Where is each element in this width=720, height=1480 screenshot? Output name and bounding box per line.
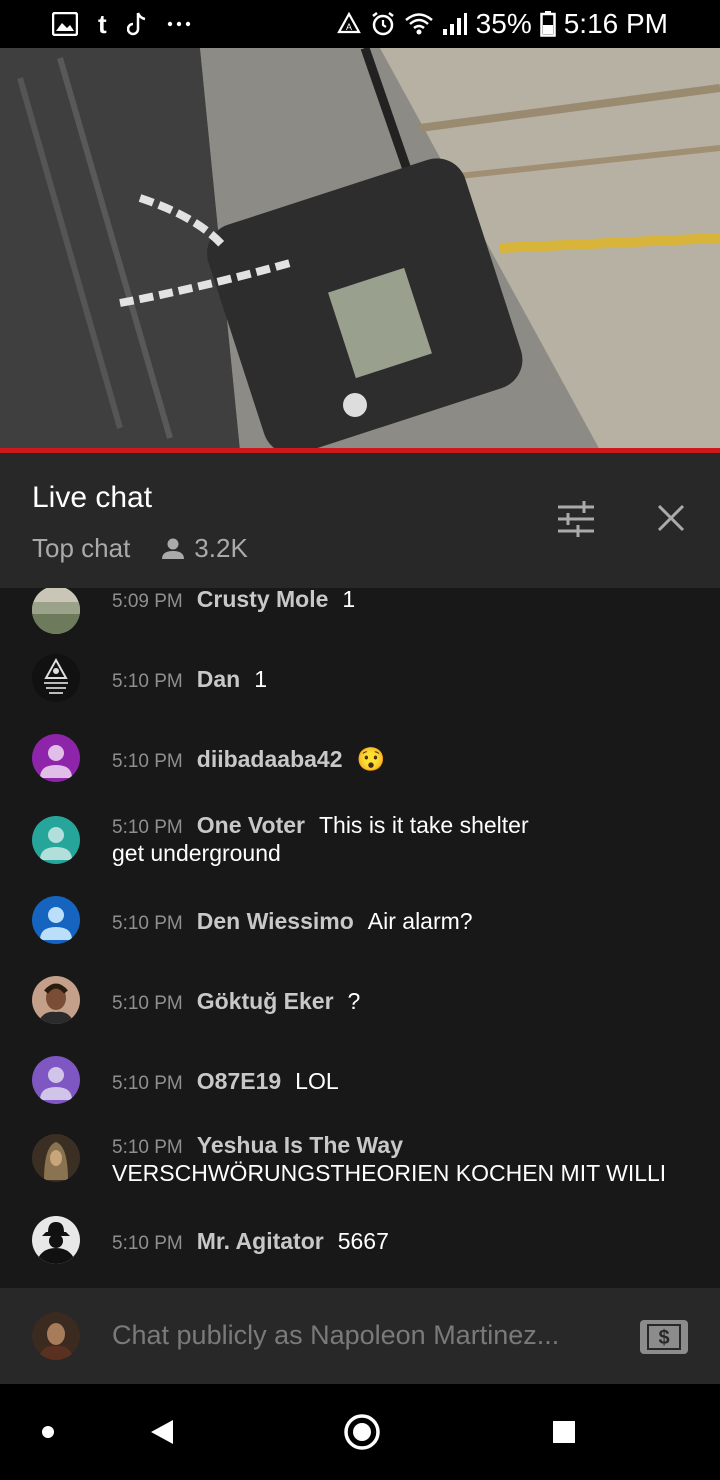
tiktok-icon (126, 11, 147, 37)
wifi-icon (404, 12, 434, 36)
recents-button[interactable] (540, 1408, 588, 1456)
message-time: 5:10 PM (112, 1073, 183, 1094)
back-icon (151, 1420, 173, 1444)
message-line: 5:10 PM Mr. Agitator 5667 (112, 1228, 389, 1255)
message-author[interactable]: Mr. Agitator (197, 1228, 324, 1254)
message-line: 5:10 PM Göktuğ Eker? (112, 988, 360, 1015)
message-text: ? (347, 988, 361, 1014)
close-icon (657, 504, 685, 532)
dot-button[interactable] (24, 1408, 72, 1456)
close-chat-button[interactable] (656, 503, 686, 538)
avatar[interactable] (32, 896, 80, 944)
viewer-count: 3.2K (160, 533, 248, 564)
status-bar: t A 35% 5:16 PM (0, 0, 720, 48)
avatar[interactable] (32, 1134, 80, 1182)
message-time: 5:10 PM (112, 671, 183, 692)
message-line: 5:10 PM O87E19 LOL (112, 1068, 339, 1095)
message-time: 5:10 PM (112, 993, 183, 1014)
avatar[interactable] (32, 654, 80, 702)
dot-icon (42, 1426, 54, 1438)
message-text: 1 (342, 588, 356, 612)
super-chat-button[interactable]: $ (640, 1320, 688, 1354)
message-time: 5:10 PM (112, 751, 183, 772)
avatar[interactable] (32, 1056, 80, 1104)
tumblr-icon: t (98, 8, 107, 39)
message-line: 5:10 PM Den Wiessimo Air alarm? (112, 908, 473, 935)
clock: 5:16 PM (563, 8, 668, 39)
more-dots-icon (167, 21, 191, 27)
chat-message-list[interactable]: 5:09 PM Crusty Mole 1 5:10 PM Dan 1 5:10 PM d… (0, 588, 720, 1288)
signal-icon (442, 12, 468, 36)
message-author[interactable]: Crusty Mole (197, 588, 329, 612)
avatar[interactable] (32, 976, 80, 1024)
dollar-icon: $ (647, 1324, 681, 1350)
message-line: 5:10 PM Dan 1 (112, 666, 267, 693)
message-text: LOL (295, 1068, 339, 1094)
message-text: 5667 (337, 1228, 389, 1254)
message-text-continued: get underground (112, 840, 281, 866)
message-time: 5:10 PM (112, 913, 183, 934)
viewer-count-label: 3.2K (194, 533, 248, 563)
message-author[interactable]: Dan (197, 666, 240, 692)
chat-header: Live chat Top chat 3.2K (0, 453, 720, 588)
back-button[interactable] (138, 1408, 186, 1456)
recycle-icon: A (336, 12, 362, 36)
message-author[interactable]: diibadaaba42 (197, 746, 343, 772)
recents-icon (553, 1421, 575, 1443)
person-icon (162, 538, 185, 559)
svg-text:$: $ (658, 1327, 669, 1349)
message-text: 😯 (356, 746, 386, 772)
message-text: 1 (254, 666, 268, 692)
message-author[interactable]: Göktuğ Eker (197, 988, 334, 1014)
svg-text:A: A (346, 22, 352, 32)
message-author[interactable]: O87E19 (197, 1068, 281, 1094)
message-time: 5:10 PM (112, 1233, 183, 1254)
tune-icon (558, 501, 594, 537)
battery-icon (539, 11, 556, 37)
message-text-continued: VERSCHWÖRUNGSTHEORIEN KOCHEN MIT WILLI (112, 1160, 667, 1186)
message-line: 5:10 PM One Voter This is it take shelter (112, 812, 529, 839)
message-line: 5:10 PM Yeshua Is The Way (112, 1132, 417, 1159)
message-text: This is it take shelter (318, 812, 529, 838)
chat-title: Live chat (32, 481, 153, 514)
chat-input-bar: Chat publicly as Napoleon Martinez... $ (0, 1288, 720, 1384)
user-avatar[interactable] (32, 1312, 80, 1360)
chat-mode-selector[interactable]: Top chat 3.2K (32, 533, 248, 564)
message-author[interactable]: Den Wiessimo (197, 908, 354, 934)
battery-percent: 35% (475, 8, 532, 39)
avatar[interactable] (32, 588, 80, 634)
image-icon (52, 12, 78, 36)
message-time: 5:10 PM (112, 1137, 183, 1158)
avatar[interactable] (32, 734, 80, 782)
filter-settings-button[interactable] (556, 501, 596, 542)
avatar[interactable] (32, 816, 80, 864)
message-line: 5:09 PM Crusty Mole 1 (112, 588, 355, 613)
system-navigation-bar (0, 1384, 720, 1480)
message-text: Air alarm? (367, 908, 473, 934)
chat-input[interactable]: Chat publicly as Napoleon Martinez... (112, 1320, 559, 1351)
message-author[interactable]: One Voter (197, 812, 305, 838)
alarm-icon (370, 11, 396, 37)
message-time: 5:09 PM (112, 591, 183, 612)
home-icon (344, 1414, 380, 1450)
home-button[interactable] (338, 1408, 386, 1456)
message-author[interactable]: Yeshua Is The Way (197, 1132, 403, 1158)
chat-mode-label: Top chat (32, 533, 131, 563)
avatar[interactable] (32, 1216, 80, 1264)
message-time: 5:10 PM (112, 817, 183, 838)
video-player[interactable] (0, 48, 720, 450)
video-frame (0, 48, 720, 450)
message-line: 5:10 PM diibadaaba42 😯 (112, 746, 385, 773)
